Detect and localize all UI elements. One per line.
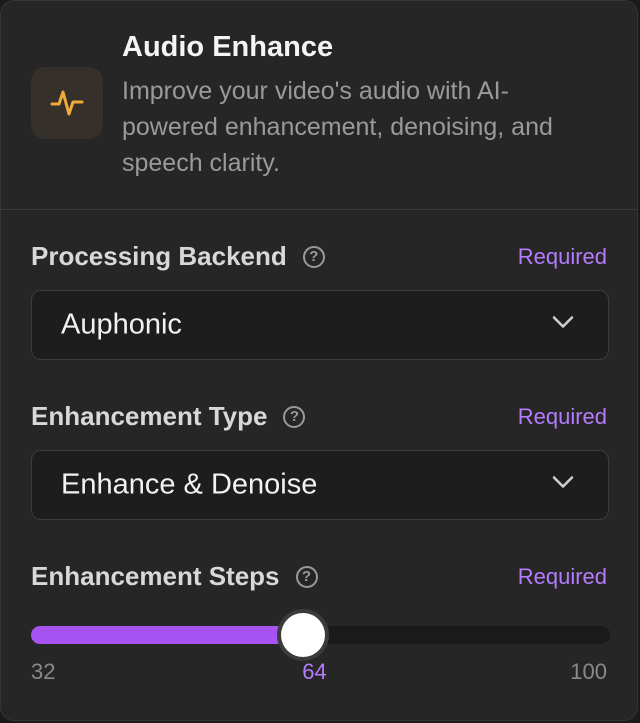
- help-icon[interactable]: ?: [302, 245, 325, 268]
- chevron-down-icon: [552, 476, 574, 495]
- slider-max-label: 100: [570, 659, 607, 684]
- enhancement-steps-label-text: Enhancement Steps: [31, 561, 280, 591]
- slider-min-label: 32: [31, 659, 56, 684]
- select-value: Enhance & Denoise: [61, 468, 318, 501]
- chevron-down-icon: [552, 316, 574, 335]
- enhancement-type-label-text: Enhancement Type: [31, 401, 268, 431]
- panel-header: Audio Enhance Improve your video's audio…: [1, 1, 637, 210]
- slider-value-label: 64: [302, 659, 327, 684]
- panel-description: Improve your video's audio with AI-power…: [122, 77, 553, 177]
- panel-title: Audio Enhance: [122, 31, 334, 63]
- audio-waveform-icon: [31, 67, 103, 139]
- help-icon[interactable]: ?: [283, 405, 306, 428]
- slider-fill: [31, 626, 304, 644]
- audio-enhance-panel: Audio Enhance Improve your video's audio…: [0, 0, 638, 721]
- processing-backend-label: Processing Backend ?: [31, 241, 325, 272]
- enhancement-type-select[interactable]: Enhance & Denoise: [31, 450, 609, 520]
- enhancement-steps-slider[interactable]: [31, 613, 610, 657]
- required-badge: Required: [517, 404, 607, 429]
- help-icon[interactable]: ?: [295, 565, 318, 588]
- required-badge: Required: [517, 244, 607, 269]
- slider-thumb[interactable]: [281, 613, 326, 657]
- required-badge: Required: [517, 564, 607, 589]
- select-value: Auphonic: [61, 308, 182, 341]
- enhancement-steps-label: Enhancement Steps ?: [31, 561, 318, 592]
- processing-backend-label-text: Processing Backend: [31, 241, 287, 271]
- enhancement-type-label: Enhancement Type ?: [31, 401, 306, 432]
- processing-backend-select[interactable]: Auphonic: [31, 290, 609, 360]
